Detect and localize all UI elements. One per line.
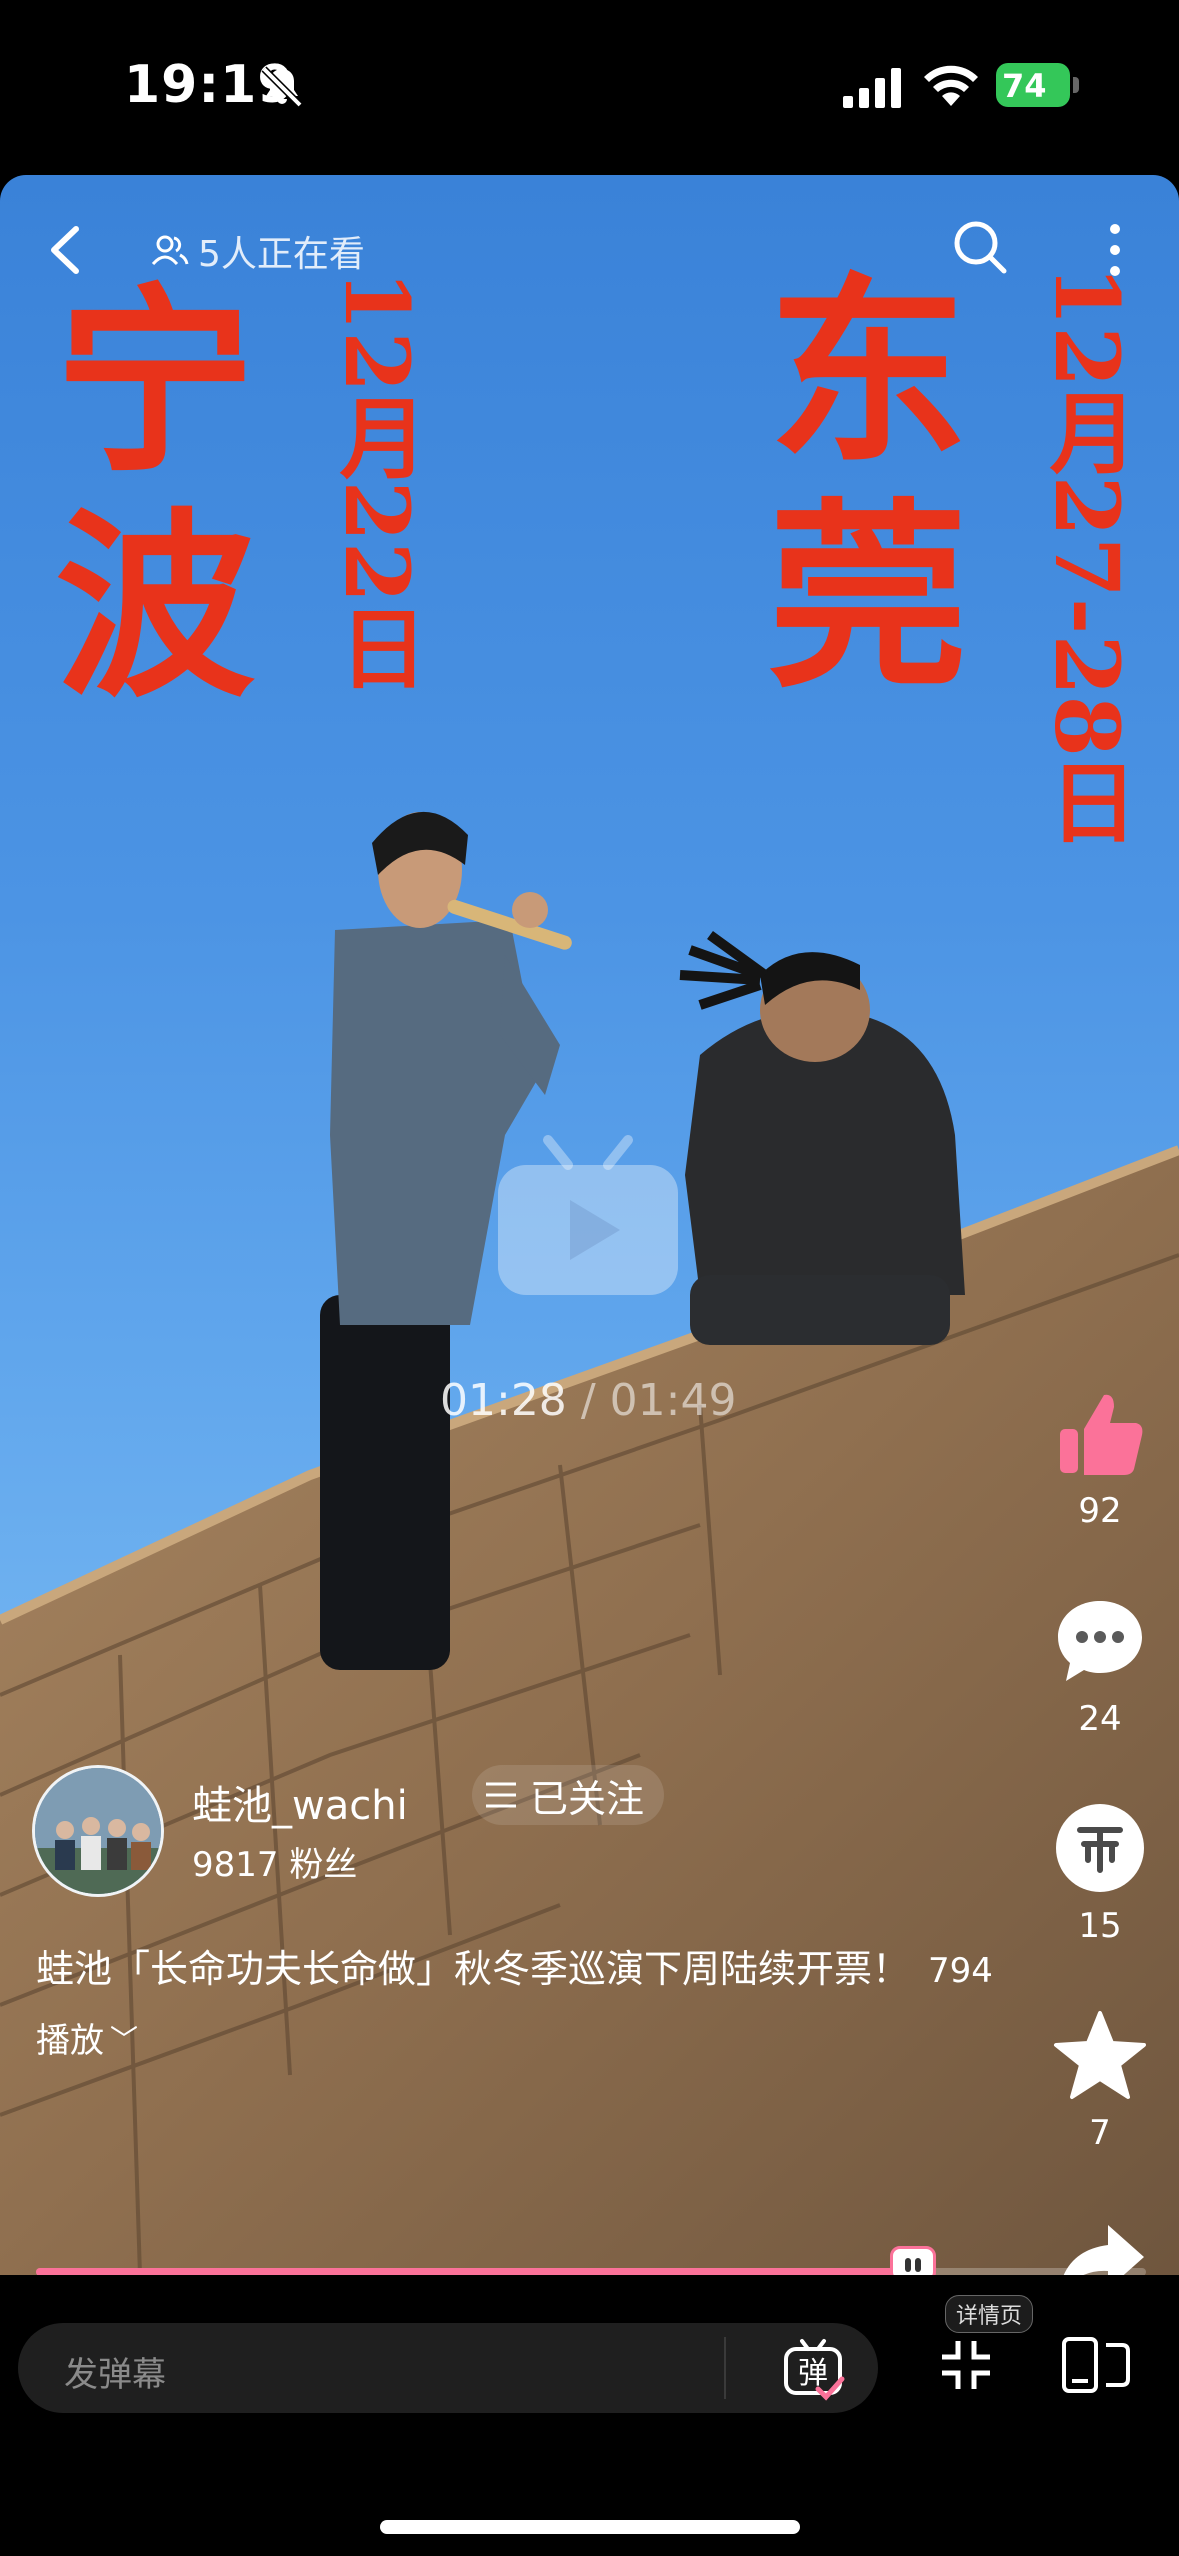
poster-city-dongguan: 东莞	[768, 255, 969, 715]
star-icon	[1054, 2011, 1146, 2099]
progress-thumb[interactable]	[889, 2246, 936, 2275]
avatar-photo	[35, 1768, 161, 1894]
current-time: 01:28	[440, 1375, 567, 1426]
coin-button[interactable]: 15	[1040, 1800, 1160, 1946]
cellular-signal-icon	[843, 68, 901, 108]
bell-off-icon	[261, 66, 303, 108]
progress-fill	[36, 2268, 913, 2275]
viewers-icon	[151, 235, 189, 266]
favorite-count: 7	[1089, 2113, 1111, 2153]
battery-indicator: 74	[996, 63, 1079, 107]
creator-username[interactable]: 蛙池_wachi	[192, 1773, 408, 1831]
status-bar: 19:19 74	[0, 0, 1179, 175]
caption-text: 蛙池「长命功夫长命做」秋冬季巡演下周陆续开票！	[36, 1947, 911, 1991]
video-player[interactable]: 宁波 12月22日 东莞 12月27-28日 5人正在看 01:28 / 01:…	[0, 175, 1179, 2275]
play-pause-icon[interactable]	[488, 1130, 688, 1300]
creator-fans: 9817 粉丝	[192, 1845, 358, 1885]
following-button[interactable]: 已关注	[472, 1765, 665, 1825]
like-button[interactable]: 92	[1040, 1385, 1160, 1531]
time-separator: /	[580, 1375, 596, 1426]
creator-info: 蛙池_wachi 已关注 9817 粉丝	[32, 1765, 982, 1905]
video-caption[interactable]: 蛙池「长命功夫长命做」秋冬季巡演下周陆续开票！ 794播放 ﹀	[36, 1935, 996, 2077]
detail-page-tip: 详情页	[945, 2295, 1034, 2333]
danmaku-placeholder: 发弹幕	[64, 2355, 166, 2395]
share-button[interactable]: 32	[1040, 2215, 1160, 2275]
coin-count: 15	[1078, 1906, 1122, 1946]
comment-count: 24	[1078, 1699, 1122, 1739]
favorite-button[interactable]: 7	[1040, 2007, 1160, 2153]
search-icon[interactable]	[950, 217, 1010, 277]
more-options-icon[interactable]	[1100, 215, 1130, 285]
battery-tip	[1073, 77, 1079, 93]
following-label: 已关注	[530, 1776, 645, 1821]
viewers-indicator: 5人正在看	[150, 225, 365, 277]
comment-button[interactable]: 24	[1040, 1593, 1160, 1739]
poster-city-ningbo: 宁波	[55, 265, 256, 725]
coin-icon	[1056, 1804, 1144, 1892]
home-indicator	[380, 2520, 800, 2534]
video-top-nav: 5人正在看	[0, 205, 1179, 295]
danmaku-input[interactable]: 发弹幕 弹	[18, 2323, 878, 2413]
share-arrow-icon	[1063, 2225, 1144, 2275]
thumbs-up-icon	[1060, 1394, 1143, 1475]
poster-date-ningbo: 12月22日	[325, 270, 429, 691]
viewers-text: 5人正在看	[198, 234, 365, 275]
danmaku-divider	[724, 2337, 726, 2399]
chevron-down-icon: ﹀	[110, 2023, 139, 2056]
back-icon[interactable]	[40, 215, 90, 285]
battery-level: 74	[1002, 67, 1047, 105]
bottom-bar: 发弹幕 弹 详情页	[0, 2275, 1179, 2556]
battery-body: 74	[996, 63, 1070, 107]
poster-date-dongguan: 12月27-28日	[1035, 265, 1139, 845]
exit-fullscreen-icon[interactable]	[938, 2337, 994, 2393]
menu-lines-icon	[486, 1782, 516, 1808]
total-time: 01:49	[609, 1375, 737, 1426]
like-count: 92	[1078, 1491, 1122, 1531]
playback-time: 01:28 / 01:49	[440, 1375, 736, 1426]
danmaku-toggle-label: 弹	[798, 2356, 828, 2391]
danmaku-toggle-icon[interactable]: 弹	[778, 2333, 848, 2403]
comment-icon	[1058, 1601, 1142, 1681]
wifi-icon	[924, 65, 978, 106]
detail-page-icon[interactable]	[1060, 2335, 1132, 2395]
creator-avatar[interactable]	[32, 1765, 164, 1897]
progress-bar[interactable]	[36, 2246, 1146, 2275]
seated-person-figure	[679, 930, 965, 1345]
